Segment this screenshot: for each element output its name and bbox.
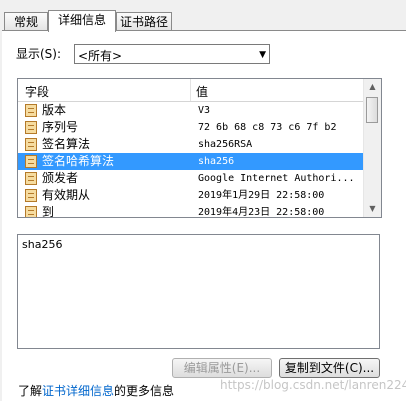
certificate-field-icon [25, 138, 37, 151]
row-value: 72 6b 68 c8 73 c6 7f b2 [198, 122, 337, 133]
row-field: 序列号 [42, 120, 79, 134]
row-field: 签名算法 [42, 137, 91, 151]
field-list[interactable]: 字段 值 版本 V3 序列号 72 6b 68 c8 73 c6 7f b2 签名算法 s… [17, 78, 382, 218]
list-rows: 版本 V3 序列号 72 6b 68 c8 73 c6 7f b2 签名算法 sha256… [18, 102, 363, 218]
tab-general[interactable]: 常规 [4, 12, 48, 30]
cert-details-link[interactable]: 证书详细信息 [42, 384, 114, 398]
row-value: V3 [198, 105, 211, 116]
list-row[interactable]: 序列号 72 6b 68 c8 73 c6 7f b2 [18, 119, 363, 136]
column-header-field[interactable]: 字段 [25, 83, 49, 100]
certificate-field-icon [25, 172, 37, 185]
show-dropdown[interactable]: <所有> ▼ [74, 44, 270, 64]
scroll-thumb[interactable] [366, 97, 378, 123]
row-value: 2019年1月29日 22:58:00 [198, 190, 325, 201]
row-field: 签名哈希算法 [42, 154, 115, 168]
row-value: 2019年4月23日 22:58:00 [198, 207, 325, 218]
more-info-prefix: 了解 [18, 384, 43, 398]
list-row[interactable]: 签名哈希算法 sha256 [18, 153, 363, 170]
certificate-field-icon [25, 155, 37, 168]
scroll-up-icon[interactable]: ▲ [364, 79, 381, 95]
more-info-text: 了解证书详细信息的更多信息 [18, 382, 174, 399]
row-value: Google Internet Authori... [198, 173, 355, 184]
column-separator[interactable] [190, 79, 191, 101]
certificate-field-icon [25, 189, 37, 202]
tab-details[interactable]: 详细信息 [48, 10, 116, 32]
watermark: https://blog.csdn.net/lanren224 [220, 378, 406, 392]
more-info-suffix: 的更多信息 [114, 384, 175, 398]
row-value: sha256 [198, 156, 235, 167]
show-label: 显示(S): [16, 47, 62, 61]
list-row[interactable]: 版本 V3 [18, 102, 363, 119]
show-dropdown-value: <所有> [78, 49, 123, 63]
list-row[interactable]: 颁发者 Google Internet Authori... [18, 170, 363, 187]
detail-textbox[interactable]: sha256 [17, 234, 380, 349]
column-header-value[interactable]: 值 [196, 83, 208, 100]
list-row[interactable]: 到 2019年4月23日 22:58:00 [18, 204, 363, 218]
certificate-field-icon [25, 121, 37, 134]
row-field: 颁发者 [42, 171, 79, 185]
copy-to-file-button[interactable]: 复制到文件(C)... [279, 358, 380, 378]
row-field: 有效期从 [42, 188, 91, 202]
row-field: 版本 [42, 103, 67, 117]
list-scrollbar[interactable]: ▲ ▼ [363, 79, 381, 217]
row-field: 到 [42, 205, 55, 218]
tab-cert-path[interactable]: 证书路径 [116, 12, 172, 30]
tab-bar: 常规 详细信息 证书路径 [0, 10, 406, 32]
scroll-down-icon[interactable]: ▼ [364, 201, 381, 217]
detail-text: sha256 [22, 238, 63, 251]
certificate-field-icon [25, 206, 37, 217]
list-row[interactable]: 有效期从 2019年1月29日 22:58:00 [18, 187, 363, 204]
certificate-field-icon [25, 104, 37, 117]
list-header: 字段 值 [18, 79, 363, 102]
list-row[interactable]: 签名算法 sha256RSA [18, 136, 363, 153]
chevron-down-icon: ▼ [259, 50, 266, 60]
edit-properties-button[interactable]: 编辑属性(E)... [172, 358, 272, 378]
row-value: sha256RSA [198, 139, 253, 150]
